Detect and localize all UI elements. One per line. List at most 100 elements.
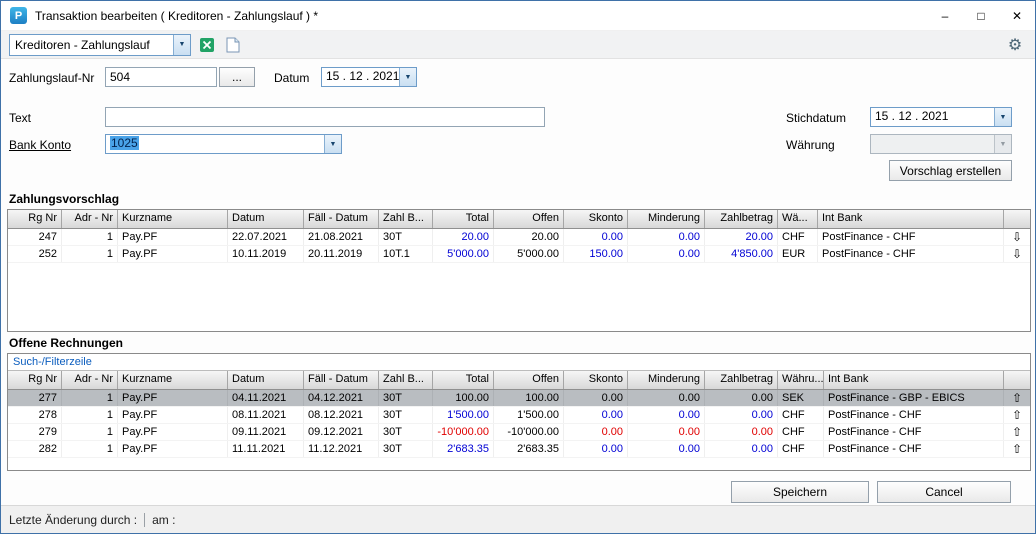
datum-value: 15 . 12 . 2021 <box>322 68 399 86</box>
table-cell: Pay.PF <box>118 229 228 245</box>
table-cell: PostFinance - CHF <box>824 441 1004 457</box>
column-header[interactable]: Adr - Nr <box>62 371 118 389</box>
column-header[interactable]: Fäll - Datum <box>304 210 379 228</box>
gear-icon[interactable]: ⚙ <box>1003 35 1027 55</box>
column-header[interactable]: Währu... <box>778 371 824 389</box>
move-up-icon[interactable]: ⇧ <box>1004 390 1030 406</box>
table-cell: 1 <box>62 390 118 406</box>
table-cell: 0.00 <box>564 390 628 406</box>
table-cell: CHF <box>778 229 818 245</box>
zahlungslauf-nr-label: Zahlungslauf-Nr <box>9 71 94 87</box>
text-label: Text <box>9 111 31 127</box>
datum-label: Datum <box>274 71 309 87</box>
table-row[interactable]: 2471Pay.PF22.07.202121.08.202130T20.0020… <box>8 229 1030 246</box>
table-cell: 30T <box>379 229 433 245</box>
table-row[interactable]: 2821Pay.PF11.11.202111.12.202130T2'683.3… <box>8 441 1030 458</box>
table-cell: 1 <box>62 246 118 262</box>
table-cell: 08.11.2021 <box>228 407 304 423</box>
table-cell: 11.12.2021 <box>304 441 379 457</box>
view-selector-combobox[interactable]: Kreditoren - Zahlungslauf ▼ <box>9 34 191 56</box>
move-up-icon[interactable]: ⇧ <box>1004 424 1030 440</box>
column-header[interactable]: Int Bank <box>818 210 1004 228</box>
bank-konto-label[interactable]: Bank Konto <box>9 138 71 154</box>
column-header[interactable]: Minderung <box>628 371 705 389</box>
move-up-icon[interactable]: ⇧ <box>1004 441 1030 457</box>
column-header[interactable]: Datum <box>228 210 304 228</box>
column-header-move <box>1004 371 1030 389</box>
browse-button[interactable]: ... <box>219 67 255 87</box>
table-row[interactable]: 2781Pay.PF08.11.202108.12.202130T1'500.0… <box>8 407 1030 424</box>
table-cell: 10.11.2019 <box>228 246 304 262</box>
table-cell: 1'500.00 <box>433 407 494 423</box>
column-header[interactable]: Fäll - Datum <box>304 371 379 389</box>
table-cell: 150.00 <box>564 246 628 262</box>
column-header[interactable]: Zahlbetrag <box>705 210 778 228</box>
table-cell: 0.00 <box>564 229 628 245</box>
stichdatum-datepicker[interactable]: 15 . 12 . 2021 ▼ <box>870 107 1012 127</box>
zahlungsvorschlag-section-title: Zahlungsvorschlag <box>9 192 119 206</box>
table-cell: Pay.PF <box>118 407 228 423</box>
move-down-icon[interactable]: ⇩ <box>1004 246 1030 262</box>
table-cell: 1 <box>62 229 118 245</box>
chevron-down-icon[interactable]: ▼ <box>324 135 341 153</box>
waehrung-combobox[interactable]: ▼ <box>870 134 1012 154</box>
chevron-down-icon[interactable]: ▼ <box>994 108 1011 126</box>
table-cell: 20.00 <box>705 229 778 245</box>
table-cell: 0.00 <box>705 407 778 423</box>
column-header[interactable]: Zahlbetrag <box>705 371 778 389</box>
column-header[interactable]: Adr - Nr <box>62 210 118 228</box>
column-header[interactable]: Rg Nr <box>8 210 62 228</box>
cancel-button[interactable]: Cancel <box>877 481 1011 503</box>
table-row[interactable]: 2521Pay.PF10.11.201920.11.201910T.15'000… <box>8 246 1030 263</box>
table-cell: 1'500.00 <box>494 407 564 423</box>
speichern-button[interactable]: Speichern <box>731 481 869 503</box>
table-cell: 277 <box>8 390 62 406</box>
offene-rechnungen-section-title: Offene Rechnungen <box>9 336 123 350</box>
chevron-down-icon[interactable]: ▼ <box>173 35 190 55</box>
move-up-icon[interactable]: ⇧ <box>1004 407 1030 423</box>
column-header[interactable]: Zahl B... <box>379 210 433 228</box>
column-header[interactable]: Datum <box>228 371 304 389</box>
table-cell: 22.07.2021 <box>228 229 304 245</box>
chevron-down-icon[interactable]: ▼ <box>399 68 416 86</box>
table-cell: 09.11.2021 <box>228 424 304 440</box>
minimize-button[interactable]: – <box>927 1 963 30</box>
table-row[interactable]: 2791Pay.PF09.11.202109.12.202130T-10'000… <box>8 424 1030 441</box>
bank-konto-value: 1025 <box>106 135 324 153</box>
table-cell: Pay.PF <box>118 246 228 262</box>
table-cell: 0.00 <box>628 424 705 440</box>
column-header[interactable]: Rg Nr <box>8 371 62 389</box>
column-header[interactable]: Offen <box>494 210 564 228</box>
new-document-icon[interactable] <box>223 35 243 55</box>
filter-row[interactable]: Such-/Filterzeile <box>8 354 1030 371</box>
column-header[interactable]: Total <box>433 371 494 389</box>
datum-datepicker[interactable]: 15 . 12 . 2021 ▼ <box>321 67 417 87</box>
close-button[interactable]: ✕ <box>999 1 1035 30</box>
column-header[interactable]: Kurzname <box>118 371 228 389</box>
zahlungslauf-nr-input[interactable] <box>105 67 217 87</box>
column-header[interactable]: Skonto <box>564 210 628 228</box>
vorschlag-erstellen-button[interactable]: Vorschlag erstellen <box>889 160 1012 181</box>
move-down-icon[interactable]: ⇩ <box>1004 229 1030 245</box>
text-input[interactable] <box>105 107 545 127</box>
column-header[interactable]: Zahl B... <box>379 371 433 389</box>
column-header[interactable]: Wä... <box>778 210 818 228</box>
column-header[interactable]: Offen <box>494 371 564 389</box>
table-cell: 0.00 <box>705 424 778 440</box>
table-cell: PostFinance - CHF <box>824 424 1004 440</box>
table-row[interactable]: 2771Pay.PF04.11.202104.12.202130T100.001… <box>8 390 1030 407</box>
maximize-button[interactable]: □ <box>963 1 999 30</box>
table-cell: PostFinance - CHF <box>818 246 1004 262</box>
column-header[interactable]: Total <box>433 210 494 228</box>
column-header[interactable]: Skonto <box>564 371 628 389</box>
column-header[interactable]: Int Bank <box>824 371 1004 389</box>
table-cell: 20.00 <box>494 229 564 245</box>
excel-export-icon[interactable] <box>197 35 217 55</box>
table-cell: 0.00 <box>628 441 705 457</box>
column-header[interactable]: Minderung <box>628 210 705 228</box>
bank-konto-combobox[interactable]: 1025 ▼ <box>105 134 342 154</box>
chevron-down-icon[interactable]: ▼ <box>994 135 1011 153</box>
table-cell: 0.00 <box>564 407 628 423</box>
table-cell: 2'683.35 <box>494 441 564 457</box>
column-header[interactable]: Kurzname <box>118 210 228 228</box>
